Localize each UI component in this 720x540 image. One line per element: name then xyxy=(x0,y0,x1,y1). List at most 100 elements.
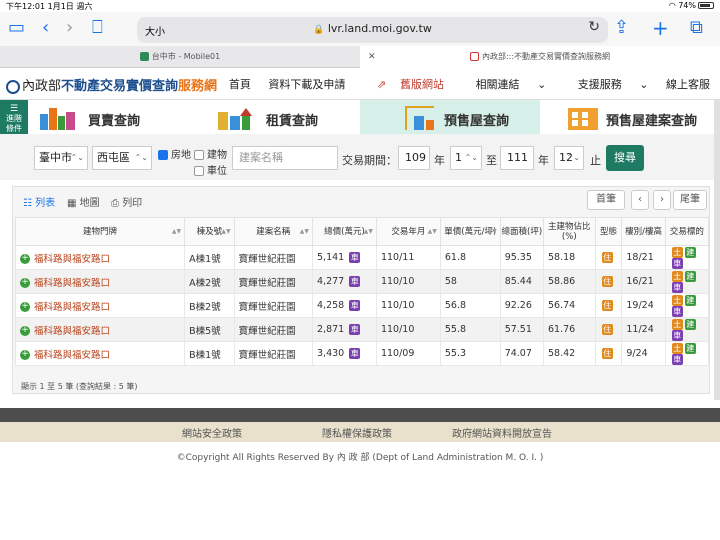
sidebar-icon[interactable]: ▭ xyxy=(8,17,25,39)
cell-type: 住 xyxy=(594,317,623,342)
table-row[interactable]: + 福科路與福安路口 A棟2號 寶輝世紀莊園 4,277 車 110/10 58 85.44 5… xyxy=(14,269,710,294)
nav-old-site[interactable]: ⇗ 舊版網站 xyxy=(363,78,444,91)
expand-icon[interactable]: + xyxy=(20,326,30,336)
status-bar: 下午12:01 1月1日 週六 ◠ 74% xyxy=(0,0,720,12)
from-month-select[interactable]: 1 ⌃⌄ xyxy=(450,146,482,170)
nav-home[interactable]: 首頁 xyxy=(229,78,251,91)
city-select[interactable]: 臺中市 ⌃⌄ xyxy=(34,146,88,170)
bookmarks-icon[interactable]: ⎕ xyxy=(92,17,103,39)
cell-unit-price: 55.3 xyxy=(439,341,501,366)
results-panel: ☷ 列表 ▦ 地圖 ⎙ 列印 首筆 ‹ › 尾筆 建物門牌 ▲▼ 棟及號 ▲▼ 建案… xyxy=(12,186,710,394)
parking-tag-icon: 車 xyxy=(349,324,361,335)
col-main-ratio[interactable]: 主建物佔比(%) xyxy=(543,217,596,246)
page-scrollbar[interactable] xyxy=(714,100,720,400)
from-year-input[interactable]: 109 xyxy=(398,146,430,170)
nav-support[interactable]: 支援服務 ⌄ xyxy=(564,78,649,91)
expand-icon[interactable]: + xyxy=(20,350,30,360)
parking-tag-icon: 車 xyxy=(349,252,361,263)
building-tag-icon: 建 xyxy=(684,270,696,282)
type-parking-checkbox[interactable]: 車位 xyxy=(194,162,227,177)
parking-tag-icon: 車 xyxy=(671,353,683,365)
cell-unit-price: 58 xyxy=(439,269,501,294)
cell-address[interactable]: + 福科路與福安路口 xyxy=(14,269,186,294)
privacy-policy-link[interactable]: 隱私權保護政策 xyxy=(322,425,392,440)
expand-icon[interactable]: + xyxy=(20,278,30,288)
cell-address[interactable]: + 福科路與福安路口 xyxy=(14,245,186,270)
search-button[interactable]: 搜尋 xyxy=(606,145,644,171)
moi-favicon xyxy=(469,52,479,61)
sort-icon: ▲▼ xyxy=(427,228,437,235)
district-select[interactable]: 西屯區 ⌃⌄ xyxy=(92,146,152,170)
type-building-checkbox[interactable]: 建物 xyxy=(194,146,227,161)
table-row[interactable]: + 福科路與福安路口 B棟1號 寶輝世紀莊園 3,430 車 110/09 55.3 74.0… xyxy=(14,341,710,366)
sort-icon: ▲▼ xyxy=(363,228,373,235)
nav-download[interactable]: 資料下載及申請 xyxy=(268,78,345,91)
residential-tag-icon: 住 xyxy=(601,300,613,311)
battery-icon xyxy=(698,2,714,9)
col-total-price[interactable]: 總價(萬元) ▲▼ xyxy=(312,217,377,246)
security-policy-link[interactable]: 網站安全政策 xyxy=(182,425,242,440)
cell-address[interactable]: + 福科路與福安路口 xyxy=(14,293,186,318)
cell-date: 110/09 xyxy=(375,341,441,366)
col-type[interactable]: 型態 xyxy=(594,217,623,246)
list-icon: ☷ xyxy=(23,198,32,209)
address-bar[interactable]: 大小 🔒 lvr.land.moi.gov.tw ↻ xyxy=(137,17,608,43)
residential-tag-icon: 住 xyxy=(601,348,613,359)
col-unit-price[interactable]: 單價(萬元/坪) ▲▼ xyxy=(439,217,501,246)
checkbox-checked-icon xyxy=(158,150,168,160)
col-target[interactable]: 交易標的 xyxy=(664,217,710,246)
tab-moi[interactable]: ✕ 內政部:::不動產交易實價查詢服務網 xyxy=(360,46,720,68)
category-presale[interactable]: 預售屋查詢 xyxy=(360,100,540,134)
site-logo[interactable]: 內政部不動產交易實價查詢服務網 xyxy=(6,75,217,94)
sort-icon: ▲▼ xyxy=(299,228,309,235)
col-floor[interactable]: 樓別/樓高 xyxy=(621,217,666,246)
open-data-link[interactable]: 政府網站資料開放宣告 xyxy=(452,425,552,440)
checkbox-icon xyxy=(194,166,204,176)
col-project[interactable]: 建案名稱 ▲▼ xyxy=(233,217,314,246)
col-date[interactable]: 交易年月 ▲▼ xyxy=(375,217,441,246)
cell-area: 85.44 xyxy=(499,269,545,294)
first-page-button[interactable]: 首筆 xyxy=(587,190,625,210)
cell-address[interactable]: + 福科路與福安路口 xyxy=(14,341,186,366)
expand-icon[interactable]: + xyxy=(20,302,30,312)
col-building[interactable]: 棟及號 ▲▼ xyxy=(184,217,235,246)
land-tag-icon: 土 xyxy=(671,294,683,306)
category-sale[interactable]: 買賣查詢 xyxy=(28,100,208,134)
type-land-checkbox[interactable]: 房地 xyxy=(158,146,191,161)
reload-icon[interactable]: ↻ xyxy=(588,19,600,35)
prev-page-button[interactable]: ‹ xyxy=(631,190,649,210)
forward-icon[interactable]: › xyxy=(66,17,73,39)
nav-links[interactable]: 相關連結 ⌄ xyxy=(462,78,547,91)
category-rent[interactable]: 租賃查詢 xyxy=(208,100,360,134)
close-tab-icon[interactable]: ✕ xyxy=(368,46,376,68)
print-button[interactable]: ⎙ 列印 xyxy=(111,194,142,209)
cell-area: 74.07 xyxy=(499,341,545,366)
table-header-row: 建物門牌 ▲▼ 棟及號 ▲▼ 建案名稱 ▲▼ 總價(萬元) ▲▼ 交易年月 ▲▼ 單價(萬… xyxy=(14,217,710,246)
table-row[interactable]: + 福科路與福安路口 A棟1號 寶輝世紀莊園 5,141 車 110/11 61.8 95.3… xyxy=(14,245,710,270)
tabs-overview-icon[interactable]: ⧉ xyxy=(690,17,703,39)
col-area[interactable]: 總面積(坪) xyxy=(499,217,545,246)
new-tab-icon[interactable]: + xyxy=(652,17,669,39)
last-page-button[interactable]: 尾筆 xyxy=(673,190,707,210)
advanced-conditions-button[interactable]: ☰ 進階條件 xyxy=(0,100,28,134)
nav-service[interactable]: 線上客服 xyxy=(666,78,710,91)
cell-address[interactable]: + 福科路與福安路口 xyxy=(14,317,186,342)
table-row[interactable]: + 福科路與福安路口 B棟5號 寶輝世紀莊園 2,871 車 110/10 55.8 57.5… xyxy=(14,317,710,342)
cell-building: B棟5號 xyxy=(184,317,235,342)
tab-mobile01[interactable]: 台中市 - Mobile01 xyxy=(0,46,360,68)
project-name-input[interactable]: 建案名稱 xyxy=(232,146,338,170)
share-icon[interactable]: ⇪ xyxy=(614,17,629,39)
view-list-tab[interactable]: ☷ 列表 xyxy=(23,194,55,209)
next-page-button[interactable]: › xyxy=(653,190,671,210)
table-row[interactable]: + 福科路與福安路口 B棟2號 寶輝世紀莊園 4,258 車 110/10 56.8 92.2… xyxy=(14,293,710,318)
parking-tag-icon: 車 xyxy=(671,257,683,269)
expand-icon[interactable]: + xyxy=(20,254,30,264)
tab-label: 內政部:::不動產交易實價查詢服務網 xyxy=(481,52,611,61)
to-month-select[interactable]: 12 ⌃⌄ xyxy=(554,146,584,170)
to-year-input[interactable]: 111 xyxy=(500,146,534,170)
back-icon[interactable]: ‹ xyxy=(42,17,49,39)
view-map-tab[interactable]: ▦ 地圖 xyxy=(67,194,100,209)
category-presale-project[interactable]: 預售屋建案查詢 xyxy=(540,100,720,134)
col-address[interactable]: 建物門牌 ▲▼ xyxy=(14,217,186,246)
top-nav: 首頁 資料下載及申請 ⇗ 舊版網站 相關連結 ⌄ 支援服務 ⌄ 線上客服 xyxy=(215,76,710,92)
